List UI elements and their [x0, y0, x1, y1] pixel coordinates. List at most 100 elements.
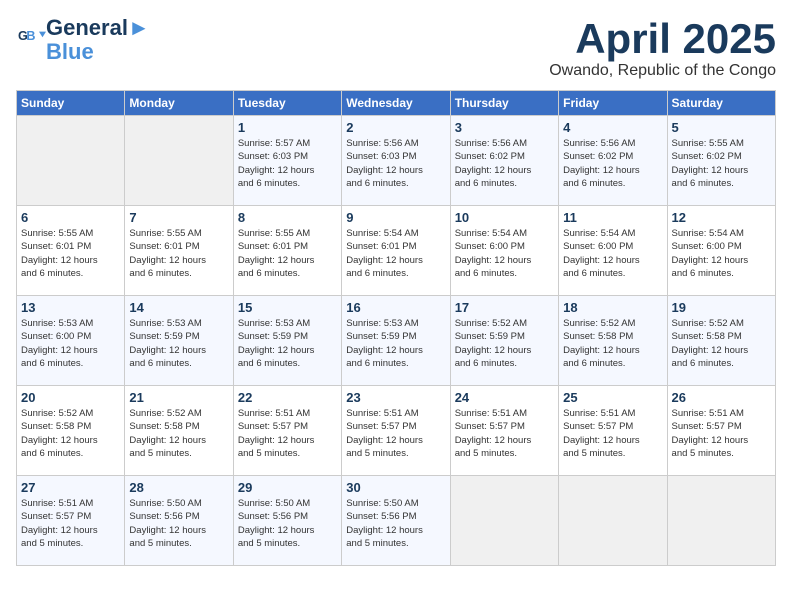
calendar-cell: 11 Sunrise: 5:54 AM Sunset: 6:00 PM Dayli…	[559, 206, 667, 296]
day-number: 16	[346, 300, 445, 315]
logo: G B General► Blue	[16, 16, 150, 64]
day-info: Sunrise: 5:54 AM Sunset: 6:01 PM Dayligh…	[346, 227, 445, 280]
day-number: 26	[672, 390, 771, 405]
day-number: 5	[672, 120, 771, 135]
calendar-body: 1Sunrise: 5:57 AM Sunset: 6:03 PM Daylig…	[17, 116, 776, 566]
calendar-week-row: 27 Sunrise: 5:51 AM Sunset: 5:57 PM Dayli…	[17, 476, 776, 566]
calendar-cell: 17 Sunrise: 5:52 AM Sunset: 5:59 PM Dayli…	[450, 296, 558, 386]
day-info: Sunrise: 5:51 AM Sunset: 5:57 PM Dayligh…	[21, 497, 120, 550]
day-number: 8	[238, 210, 337, 225]
day-number: 12	[672, 210, 771, 225]
day-info: Sunrise: 5:51 AM Sunset: 5:57 PM Dayligh…	[563, 407, 662, 460]
day-info: Sunrise: 5:55 AM Sunset: 6:01 PM Dayligh…	[238, 227, 337, 280]
day-info: Sunrise: 5:51 AM Sunset: 5:57 PM Dayligh…	[346, 407, 445, 460]
day-number: 9	[346, 210, 445, 225]
day-info: Sunrise: 5:55 AM Sunset: 6:02 PM Dayligh…	[672, 137, 771, 190]
day-info: Sunrise: 5:53 AM Sunset: 5:59 PM Dayligh…	[129, 317, 228, 370]
calendar-cell: 10 Sunrise: 5:54 AM Sunset: 6:00 PM Dayli…	[450, 206, 558, 296]
day-info: Sunrise: 5:53 AM Sunset: 6:00 PM Dayligh…	[21, 317, 120, 370]
calendar-cell: 19 Sunrise: 5:52 AM Sunset: 5:58 PM Dayli…	[667, 296, 775, 386]
day-header: Friday	[559, 91, 667, 116]
calendar-cell	[559, 476, 667, 566]
calendar-subtitle: Owando, Republic of the Congo	[549, 62, 776, 80]
title-block: April 2025 Owando, Republic of the Congo	[549, 16, 776, 80]
day-header: Wednesday	[342, 91, 450, 116]
day-header: Thursday	[450, 91, 558, 116]
calendar-cell: 6 Sunrise: 5:55 AM Sunset: 6:01 PM Daylig…	[17, 206, 125, 296]
day-number: 19	[672, 300, 771, 315]
day-info: Sunrise: 5:50 AM Sunset: 5:56 PM Dayligh…	[238, 497, 337, 550]
day-number: 13	[21, 300, 120, 315]
day-number: 28	[129, 480, 228, 495]
day-info: Sunrise: 5:54 AM Sunset: 6:00 PM Dayligh…	[672, 227, 771, 280]
calendar-cell: 20 Sunrise: 5:52 AM Sunset: 5:58 PM Dayli…	[17, 386, 125, 476]
calendar-cell: 8 Sunrise: 5:55 AM Sunset: 6:01 PM Daylig…	[233, 206, 341, 296]
calendar-table: SundayMondayTuesdayWednesdayThursdayFrid…	[16, 90, 776, 566]
calendar-cell: 12 Sunrise: 5:54 AM Sunset: 6:00 PM Dayli…	[667, 206, 775, 296]
day-number: 1	[238, 120, 337, 135]
calendar-cell: 21 Sunrise: 5:52 AM Sunset: 5:58 PM Dayli…	[125, 386, 233, 476]
day-info: Sunrise: 5:52 AM Sunset: 5:58 PM Dayligh…	[672, 317, 771, 370]
day-info: Sunrise: 5:55 AM Sunset: 6:01 PM Dayligh…	[129, 227, 228, 280]
calendar-cell: 16 Sunrise: 5:53 AM Sunset: 5:59 PM Dayli…	[342, 296, 450, 386]
day-info: Sunrise: 5:55 AM Sunset: 6:01 PM Dayligh…	[21, 227, 120, 280]
day-info: Sunrise: 5:50 AM Sunset: 5:56 PM Dayligh…	[129, 497, 228, 550]
day-info: Sunrise: 5:50 AM Sunset: 5:56 PM Dayligh…	[346, 497, 445, 550]
day-info: Sunrise: 5:52 AM Sunset: 5:59 PM Dayligh…	[455, 317, 554, 370]
day-header: Sunday	[17, 91, 125, 116]
calendar-cell: 7Sunrise: 5:55 AM Sunset: 6:01 PM Daylig…	[125, 206, 233, 296]
day-info: Sunrise: 5:54 AM Sunset: 6:00 PM Dayligh…	[563, 227, 662, 280]
day-number: 18	[563, 300, 662, 315]
calendar-week-row: 6 Sunrise: 5:55 AM Sunset: 6:01 PM Daylig…	[17, 206, 776, 296]
header: G B General► Blue April 2025 Owando, Rep…	[16, 16, 776, 80]
svg-text:B: B	[26, 29, 35, 43]
logo-icon: G B	[18, 26, 46, 54]
day-info: Sunrise: 5:54 AM Sunset: 6:00 PM Dayligh…	[455, 227, 554, 280]
day-number: 14	[129, 300, 228, 315]
calendar-cell: 13 Sunrise: 5:53 AM Sunset: 6:00 PM Dayli…	[17, 296, 125, 386]
calendar-cell: 9 Sunrise: 5:54 AM Sunset: 6:01 PM Daylig…	[342, 206, 450, 296]
day-header: Saturday	[667, 91, 775, 116]
day-number: 20	[21, 390, 120, 405]
calendar-cell: 14 Sunrise: 5:53 AM Sunset: 5:59 PM Dayli…	[125, 296, 233, 386]
day-info: Sunrise: 5:52 AM Sunset: 5:58 PM Dayligh…	[129, 407, 228, 460]
calendar-week-row: 20 Sunrise: 5:52 AM Sunset: 5:58 PM Dayli…	[17, 386, 776, 476]
calendar-cell: 24Sunrise: 5:51 AM Sunset: 5:57 PM Dayli…	[450, 386, 558, 476]
day-number: 2	[346, 120, 445, 135]
calendar-cell: 18 Sunrise: 5:52 AM Sunset: 5:58 PM Dayli…	[559, 296, 667, 386]
day-number: 11	[563, 210, 662, 225]
day-info: Sunrise: 5:52 AM Sunset: 5:58 PM Dayligh…	[21, 407, 120, 460]
day-number: 29	[238, 480, 337, 495]
calendar-cell	[667, 476, 775, 566]
calendar-cell: 2 Sunrise: 5:56 AM Sunset: 6:03 PM Daylig…	[342, 116, 450, 206]
calendar-cell: 30Sunrise: 5:50 AM Sunset: 5:56 PM Dayli…	[342, 476, 450, 566]
day-header: Tuesday	[233, 91, 341, 116]
calendar-cell: 22 Sunrise: 5:51 AM Sunset: 5:57 PM Dayli…	[233, 386, 341, 476]
calendar-header-row: SundayMondayTuesdayWednesdayThursdayFrid…	[17, 91, 776, 116]
calendar-cell: 5 Sunrise: 5:55 AM Sunset: 6:02 PM Daylig…	[667, 116, 775, 206]
day-number: 10	[455, 210, 554, 225]
day-number: 22	[238, 390, 337, 405]
day-number: 21	[129, 390, 228, 405]
day-number: 17	[455, 300, 554, 315]
day-number: 27	[21, 480, 120, 495]
calendar-cell: 25Sunrise: 5:51 AM Sunset: 5:57 PM Dayli…	[559, 386, 667, 476]
calendar-cell	[125, 116, 233, 206]
logo-text: General► Blue	[46, 16, 150, 64]
day-info: Sunrise: 5:56 AM Sunset: 6:02 PM Dayligh…	[455, 137, 554, 190]
calendar-cell: 1Sunrise: 5:57 AM Sunset: 6:03 PM Daylig…	[233, 116, 341, 206]
calendar-title: April 2025	[549, 16, 776, 62]
day-info: Sunrise: 5:51 AM Sunset: 5:57 PM Dayligh…	[455, 407, 554, 460]
calendar-cell: 23Sunrise: 5:51 AM Sunset: 5:57 PM Dayli…	[342, 386, 450, 476]
day-number: 6	[21, 210, 120, 225]
day-info: Sunrise: 5:56 AM Sunset: 6:02 PM Dayligh…	[563, 137, 662, 190]
day-number: 15	[238, 300, 337, 315]
calendar-cell: 4Sunrise: 5:56 AM Sunset: 6:02 PM Daylig…	[559, 116, 667, 206]
day-info: Sunrise: 5:56 AM Sunset: 6:03 PM Dayligh…	[346, 137, 445, 190]
calendar-cell	[450, 476, 558, 566]
day-info: Sunrise: 5:53 AM Sunset: 5:59 PM Dayligh…	[346, 317, 445, 370]
day-info: Sunrise: 5:52 AM Sunset: 5:58 PM Dayligh…	[563, 317, 662, 370]
calendar-week-row: 1Sunrise: 5:57 AM Sunset: 6:03 PM Daylig…	[17, 116, 776, 206]
day-info: Sunrise: 5:51 AM Sunset: 5:57 PM Dayligh…	[238, 407, 337, 460]
calendar-cell	[17, 116, 125, 206]
